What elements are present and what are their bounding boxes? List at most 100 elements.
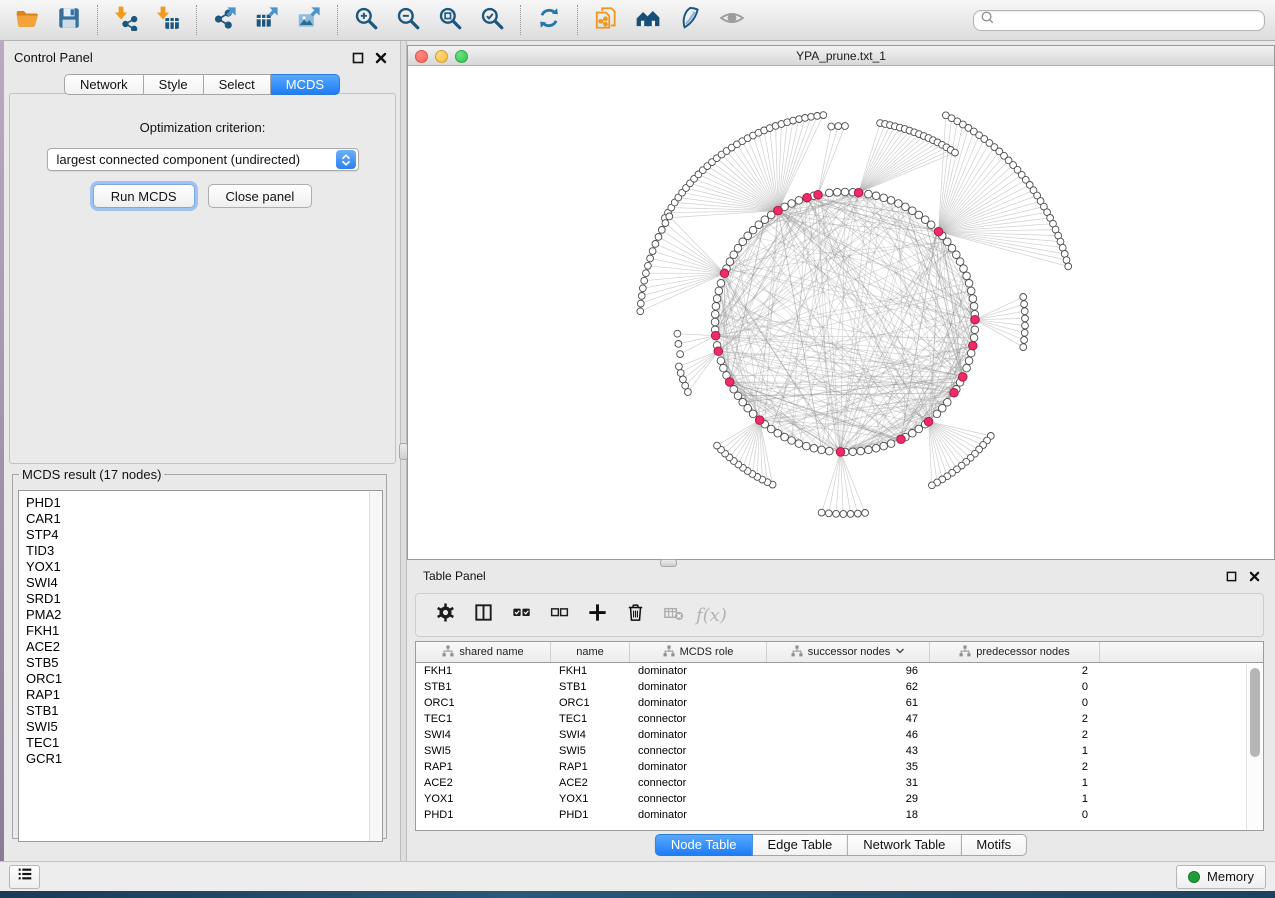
tab-network-table[interactable]: Network Table xyxy=(848,834,961,856)
table-row[interactable]: SWI5SWI5connector431 xyxy=(416,743,1263,759)
table-row[interactable]: YOX1YOX1connector291 xyxy=(416,791,1263,807)
import-table-button[interactable] xyxy=(147,2,189,38)
mcds-result-item[interactable]: STB5 xyxy=(19,655,382,671)
zoom-in-icon xyxy=(353,5,379,36)
cell-mcds-role: dominator xyxy=(630,697,767,709)
mcds-result-item[interactable]: ORC1 xyxy=(19,671,382,687)
close-window-icon[interactable] xyxy=(415,50,428,63)
deselect-all-rows-button[interactable] xyxy=(540,597,578,633)
mcds-result-item[interactable]: TEC1 xyxy=(19,735,382,751)
vizmapper-button[interactable] xyxy=(669,2,711,38)
cell-successor-nodes: 43 xyxy=(767,745,930,757)
mcds-result-item[interactable]: FKH1 xyxy=(19,623,382,639)
table-panel: Table Panel f(x) shared namenameMCDS rol… xyxy=(407,562,1275,861)
zoom-out-button[interactable] xyxy=(387,2,429,38)
mcds-result-item[interactable]: CAR1 xyxy=(19,511,382,527)
minimize-window-icon[interactable] xyxy=(435,50,448,63)
tab-edge-table[interactable]: Edge Table xyxy=(752,834,848,856)
zoom-in-button[interactable] xyxy=(345,2,387,38)
save-session-button[interactable] xyxy=(48,2,90,38)
toolbar-separator xyxy=(97,5,98,35)
float-table-panel-icon[interactable] xyxy=(1224,569,1238,583)
column-header-shared-name[interactable]: shared name xyxy=(416,642,551,662)
table-row[interactable]: TEC1TEC1connector472 xyxy=(416,711,1263,727)
maximize-window-icon[interactable] xyxy=(455,50,468,63)
import-network-button[interactable] xyxy=(105,2,147,38)
float-panel-icon[interactable] xyxy=(351,51,365,65)
search-input[interactable] xyxy=(999,13,1258,27)
column-header-successor-nodes[interactable]: successor nodes xyxy=(767,642,930,662)
home-button[interactable] xyxy=(627,2,669,38)
network-canvas[interactable] xyxy=(408,66,1274,559)
cell-successor-nodes: 35 xyxy=(767,761,930,773)
mcds-result-item[interactable]: YOX1 xyxy=(19,559,382,575)
save-session-icon xyxy=(56,5,82,36)
eye-hidden-button[interactable] xyxy=(711,2,753,38)
eye-hidden-icon xyxy=(719,5,745,36)
mcds-result-item[interactable]: SWI5 xyxy=(19,719,382,735)
memory-button[interactable]: Memory xyxy=(1176,865,1266,889)
tab-network[interactable]: Network xyxy=(64,74,144,95)
table-scrollbar[interactable] xyxy=(1246,664,1263,830)
cell-successor-nodes: 61 xyxy=(767,697,930,709)
open-folder-button[interactable] xyxy=(6,2,48,38)
select-all-rows-button[interactable] xyxy=(502,597,540,633)
search-icon xyxy=(980,10,995,30)
column-header-mcds-role[interactable]: MCDS role xyxy=(630,642,767,662)
close-panel-icon[interactable] xyxy=(374,51,388,65)
function-builder-button: f(x) xyxy=(696,605,727,626)
show-columns-button[interactable] xyxy=(464,597,502,633)
tab-select[interactable]: Select xyxy=(204,74,271,95)
optimization-criterion-select[interactable]: largest connected component (undirected) xyxy=(47,148,359,171)
column-header-predecessor-nodes[interactable]: predecessor nodes xyxy=(930,642,1100,662)
tab-mcds[interactable]: MCDS xyxy=(271,74,340,95)
tab-node-table[interactable]: Node Table xyxy=(655,834,753,856)
run-mcds-button[interactable]: Run MCDS xyxy=(93,184,195,208)
create-column-button[interactable] xyxy=(578,597,616,633)
mcds-result-item[interactable]: TID3 xyxy=(19,543,382,559)
mcds-result-item[interactable]: GCR1 xyxy=(19,751,382,767)
table-row[interactable]: RAP1RAP1dominator352 xyxy=(416,759,1263,775)
export-network-button[interactable] xyxy=(204,2,246,38)
table-row[interactable]: FKH1FKH1dominator962 xyxy=(416,663,1263,679)
cell-successor-nodes: 46 xyxy=(767,729,930,741)
clone-network-button[interactable] xyxy=(585,2,627,38)
delete-columns-button[interactable] xyxy=(616,597,654,633)
horizontal-splitter-handle[interactable] xyxy=(660,559,677,567)
task-history-button[interactable] xyxy=(9,865,40,889)
table-row[interactable]: SWI4SWI4dominator462 xyxy=(416,727,1263,743)
search-box[interactable] xyxy=(973,10,1265,31)
cell-successor-nodes: 47 xyxy=(767,713,930,725)
mcds-result-item[interactable]: SWI4 xyxy=(19,575,382,591)
table-row[interactable]: PHD1PHD1dominator180 xyxy=(416,807,1263,823)
zoom-selected-button[interactable] xyxy=(471,2,513,38)
control-panel-header: Control Panel xyxy=(4,41,400,65)
table-scrollbar-thumb[interactable] xyxy=(1250,668,1260,757)
table-row[interactable]: ORC1ORC1dominator610 xyxy=(416,695,1263,711)
table-row[interactable]: STB1STB1dominator620 xyxy=(416,679,1263,695)
tab-style[interactable]: Style xyxy=(144,74,204,95)
tab-motifs[interactable]: Motifs xyxy=(961,834,1027,856)
mcds-result-list[interactable]: PHD1CAR1STP4TID3YOX1SWI4SRD1PMA2FKH1ACE2… xyxy=(18,490,383,842)
mcds-result-item[interactable]: PHD1 xyxy=(19,495,382,511)
refresh-layout-button[interactable] xyxy=(528,2,570,38)
mcds-result-item[interactable]: STB1 xyxy=(19,703,382,719)
mcds-result-item[interactable]: SRD1 xyxy=(19,591,382,607)
column-header-name[interactable]: name xyxy=(551,642,630,662)
export-image-button[interactable] xyxy=(288,2,330,38)
cell-mcds-role: dominator xyxy=(630,681,767,693)
mcds-result-item[interactable]: STP4 xyxy=(19,527,382,543)
column-settings-button[interactable] xyxy=(426,597,464,633)
close-table-panel-icon[interactable] xyxy=(1247,569,1261,583)
table-row[interactable]: ACE2ACE2connector311 xyxy=(416,775,1263,791)
mcds-result-item[interactable]: RAP1 xyxy=(19,687,382,703)
cell-predecessor-nodes: 2 xyxy=(930,729,1100,741)
close-panel-button[interactable]: Close panel xyxy=(208,184,313,208)
zoom-fit-button[interactable] xyxy=(429,2,471,38)
mcds-result-item[interactable]: ACE2 xyxy=(19,639,382,655)
network-titlebar[interactable]: YPA_prune.txt_1 xyxy=(408,46,1274,66)
mcds-result-scrollbar[interactable] xyxy=(369,491,382,841)
export-table-button[interactable] xyxy=(246,2,288,38)
mcds-result-item[interactable]: PMA2 xyxy=(19,607,382,623)
zoom-selected-icon xyxy=(479,5,505,36)
